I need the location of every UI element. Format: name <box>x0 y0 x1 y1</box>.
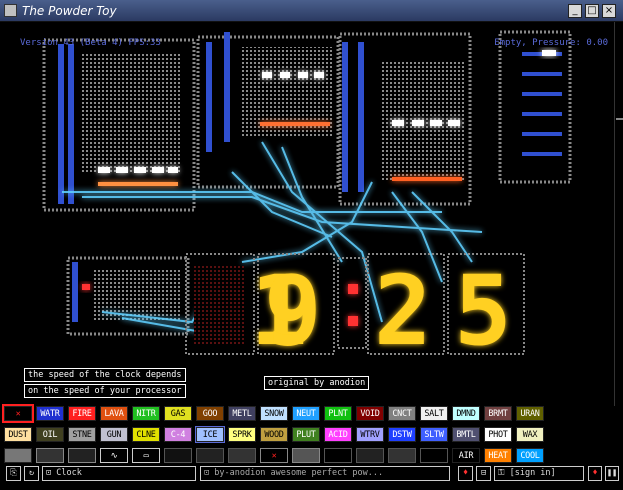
window-title: The Powder Toy <box>22 4 117 18</box>
clock-circuit-drawing: 1 9 2 5 <box>42 30 572 367</box>
element-r1-15[interactable]: BRMT <box>484 406 512 421</box>
clock-digit-4: 5 <box>454 255 512 367</box>
element-r1-9[interactable]: NEUT <box>292 406 320 421</box>
menu-arrow-icon[interactable] <box>616 118 623 120</box>
category-menu[interactable] <box>614 22 623 406</box>
element-r1-16[interactable]: URAN <box>516 406 544 421</box>
element-r2-2[interactable]: STNE <box>68 427 96 442</box>
title-bar: The Powder Toy _ □ × <box>0 0 623 22</box>
wall-tool-12[interactable] <box>356 448 384 463</box>
pressure-readout: Empty, Pressure: 0.00 <box>494 38 608 48</box>
element-r1-11[interactable]: VOID <box>356 406 384 421</box>
open-save-icon[interactable]: ⎘ <box>6 466 21 481</box>
save-description: by-anodion awesome perfect pow... <box>214 468 384 478</box>
element-r1-13[interactable]: SALT <box>420 406 448 421</box>
minimize-button[interactable]: _ <box>568 4 582 18</box>
vote-icon[interactable]: ♦ <box>458 466 473 481</box>
reload-icon[interactable]: ↻ <box>24 466 39 481</box>
wall-tool-7[interactable] <box>196 448 224 463</box>
element-r2-1[interactable]: OIL <box>36 427 64 442</box>
element-r1-0[interactable]: ✕ <box>2 404 34 423</box>
element-r1-10[interactable]: PLNT <box>324 406 352 421</box>
close-button[interactable]: × <box>602 4 616 18</box>
simulation-canvas[interactable]: 1 9 2 5 Version 43 (Beta 4) FPS:33 Empty… <box>2 22 614 406</box>
element-r2-5[interactable]: C-4 <box>164 427 192 442</box>
element-r2-0[interactable]: DUST <box>4 427 32 442</box>
element-row-3: ∿ ▭ ✕ AIR HEAT COOL <box>4 448 550 464</box>
element-r2-16[interactable]: WAX <box>516 427 544 442</box>
element-r1-8[interactable]: SNOW <box>260 406 288 421</box>
app-icon <box>4 4 17 17</box>
signin-label: [sign in] <box>509 468 556 478</box>
element-r1-5[interactable]: GAS <box>164 406 192 421</box>
element-r2-3[interactable]: GUN <box>100 427 128 442</box>
element-r3-2[interactable]: COOL <box>516 448 544 463</box>
wall-tool-erase[interactable] <box>4 448 32 463</box>
colon-dot-top <box>348 284 358 294</box>
element-r1-2[interactable]: FIRE <box>68 406 96 421</box>
sign-tool-icon[interactable]: ▭ <box>132 448 160 463</box>
element-r2-9[interactable]: PLUT <box>292 427 320 442</box>
element-r1-4[interactable]: NITR <box>132 406 160 421</box>
wire-tool-icon[interactable]: ∿ <box>100 448 128 463</box>
maximize-button[interactable]: □ <box>585 4 599 18</box>
sign-speed-2[interactable]: on the speed of your processor <box>24 384 186 398</box>
element-r2-4[interactable]: CLNE <box>132 427 160 442</box>
clock-digit-3: 2 <box>374 255 432 367</box>
element-r1-14[interactable]: DMND <box>452 406 480 421</box>
element-r2-12[interactable]: DSTW <box>388 427 416 442</box>
element-r2-6[interactable]: ICE <box>195 426 225 443</box>
wall-tool-fan-icon[interactable]: ✕ <box>260 448 288 463</box>
save-name-field[interactable]: ⊡ Clock <box>42 466 196 481</box>
element-r1-3[interactable]: LAVA <box>100 406 128 421</box>
clock-digit-2: 9 <box>264 255 322 367</box>
sign-speed-1[interactable]: the speed of the clock depends <box>24 368 186 382</box>
display-mode-icon[interactable]: ♦ <box>588 466 602 481</box>
save-name: Clock <box>56 468 82 478</box>
element-r2-15[interactable]: PHOT <box>484 427 512 442</box>
key-icon: ⚿ <box>498 468 510 478</box>
element-r1-6[interactable]: GOO <box>196 406 224 421</box>
pause-button[interactable]: ❚❚ <box>605 466 619 481</box>
element-r3-0[interactable]: AIR <box>452 448 480 463</box>
save-description-field[interactable]: ⊡ by-anodion awesome perfect pow... <box>200 466 450 481</box>
wall-tool-14[interactable] <box>420 448 448 463</box>
clear-icon[interactable]: ⊟ <box>476 466 491 481</box>
element-r3-1[interactable]: HEAT <box>484 448 512 463</box>
wall-tool-2[interactable] <box>36 448 64 463</box>
wall-tool-6[interactable] <box>164 448 192 463</box>
signin-button[interactable]: ⚿ [sign in] <box>494 466 584 481</box>
element-r2-11[interactable]: WTRV <box>356 427 384 442</box>
element-r2-7[interactable]: SPRK <box>228 427 256 442</box>
colon-dot-bottom <box>348 316 358 326</box>
wall-tool-3[interactable] <box>68 448 96 463</box>
bottom-toolbar: ⎘ ↻ ⊡ Clock ⊡ by-anodion awesome perfect… <box>4 466 623 483</box>
element-r1-7[interactable]: METL <box>228 406 256 421</box>
wall-tool-13[interactable] <box>388 448 416 463</box>
sign-credit[interactable]: original by anodion <box>264 376 370 390</box>
element-r1-12[interactable]: CNCT <box>388 406 416 421</box>
wall-tool-10[interactable] <box>292 448 320 463</box>
tag-icon: ⊡ <box>204 468 215 478</box>
element-r2-10[interactable]: ACID <box>324 427 352 442</box>
version-fps-readout: Version 43 (Beta 4) FPS:33 <box>20 38 161 48</box>
element-r2-8[interactable]: WOOD <box>260 427 288 442</box>
wall-tool-8[interactable] <box>228 448 256 463</box>
save-icon: ⊡ <box>46 468 57 478</box>
element-r2-13[interactable]: SLTW <box>420 427 448 442</box>
element-r1-1[interactable]: WATR <box>36 406 64 421</box>
wall-tool-11[interactable] <box>324 448 352 463</box>
element-r2-14[interactable]: BMTL <box>452 427 480 442</box>
